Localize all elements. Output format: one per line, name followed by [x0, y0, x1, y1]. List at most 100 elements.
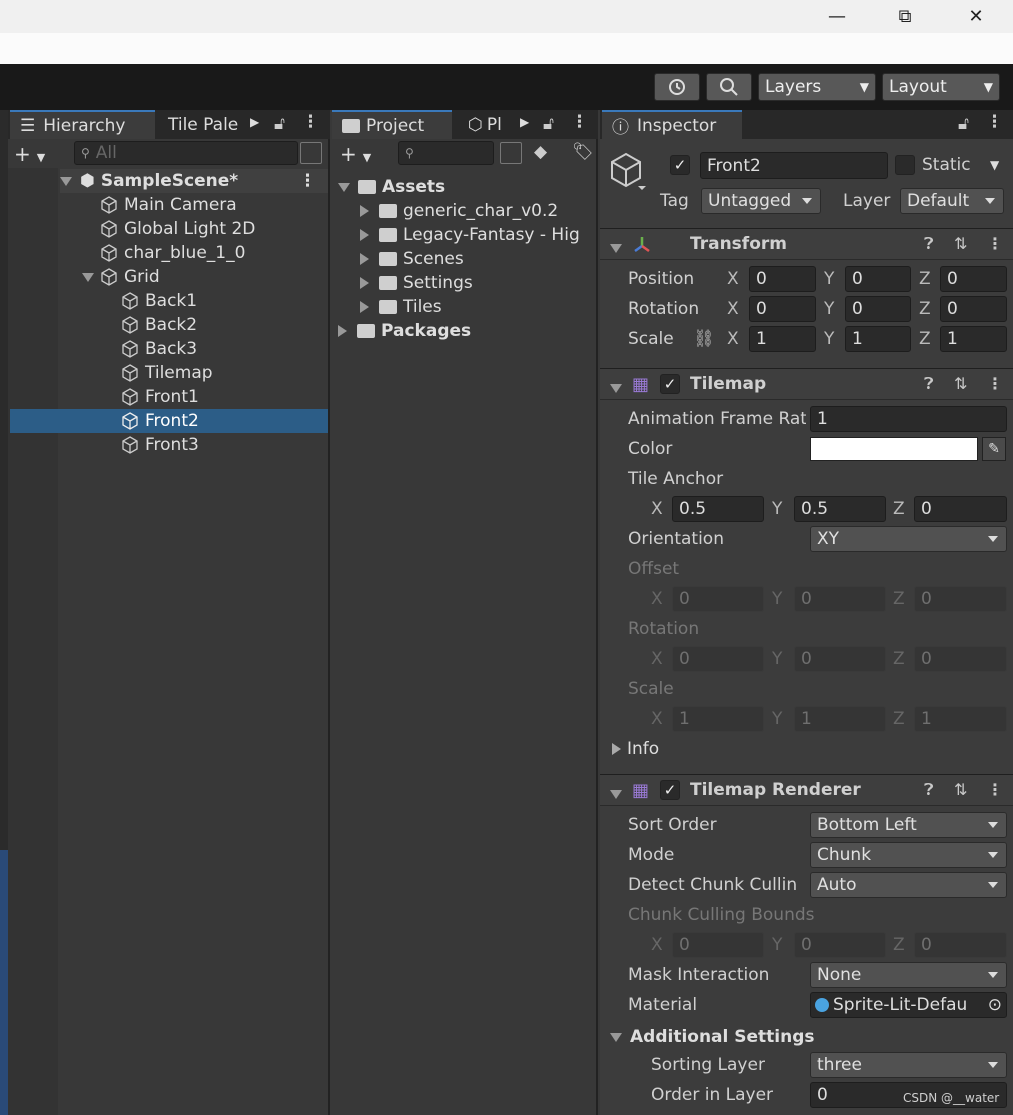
chevron-down-icon[interactable]	[610, 378, 622, 398]
tilemap-enabled-checkbox[interactable]: ✓	[660, 374, 680, 394]
more-icon[interactable]: ⋮	[299, 171, 316, 191]
eyedropper-icon[interactable]: ✎	[982, 437, 1006, 461]
additional-settings-foldout[interactable]: Additional Settings	[610, 1025, 815, 1049]
tab-project[interactable]: Project	[332, 110, 452, 139]
tile-anchor-x-field[interactable]: 0.5	[672, 496, 764, 522]
position-z-field[interactable]: 0	[940, 266, 1007, 292]
more-icon[interactable]: ⋮	[987, 234, 1003, 253]
mask-interaction-dropdown[interactable]: None	[810, 962, 1007, 988]
label-icon[interactable]: 🏷︎	[572, 142, 594, 162]
scale-z-field[interactable]: 1	[940, 326, 1007, 352]
chevron-right-icon[interactable]	[360, 229, 369, 241]
lock-icon[interactable]: 🔓︎	[274, 114, 285, 134]
color-swatch[interactable]	[810, 437, 978, 461]
list-item[interactable]: Packages	[338, 319, 471, 343]
presets-icon[interactable]: ⇅	[954, 234, 967, 253]
list-item[interactable]: Main Camera	[100, 193, 237, 217]
more-icon[interactable]: ⋮	[987, 374, 1003, 393]
help-icon[interactable]: ❓︎	[924, 780, 934, 800]
list-item[interactable]: Front3	[121, 433, 199, 457]
create-button[interactable]: + ▼	[14, 142, 60, 166]
orientation-dropdown[interactable]: XY	[810, 526, 1007, 552]
chevron-right-icon[interactable]	[338, 325, 347, 337]
list-item[interactable]: Back1	[121, 289, 197, 313]
tile-anchor-z-field[interactable]: 0	[914, 496, 1007, 522]
position-y-field[interactable]: 0	[845, 266, 911, 292]
renderer-enabled-checkbox[interactable]: ✓	[660, 780, 680, 800]
list-item[interactable]: Grid	[82, 265, 160, 289]
info-foldout[interactable]: Info	[612, 737, 659, 761]
list-item[interactable]: Back2	[121, 313, 197, 337]
material-field[interactable]: Sprite-Lit-Defau ⊙	[810, 992, 1007, 1018]
tab-tile-palette[interactable]: Tile Pale	[158, 110, 253, 139]
chevron-down-icon[interactable]	[610, 784, 622, 804]
list-item-selected[interactable]: Front2	[121, 409, 199, 433]
history-button[interactable]	[654, 73, 700, 101]
lock-icon[interactable]: 🔓︎	[543, 114, 554, 134]
position-x-field[interactable]: 0	[749, 266, 816, 292]
list-item[interactable]: generic_char_v0.2	[360, 199, 558, 223]
tile-anchor-y-field[interactable]: 0.5	[794, 496, 886, 522]
active-checkbox[interactable]: ✓	[670, 155, 690, 175]
list-item[interactable]: Back3	[121, 337, 197, 361]
layer-dropdown[interactable]: Default	[900, 188, 1004, 214]
hierarchy-search-input[interactable]: ⚲ All	[74, 141, 298, 165]
static-checkbox[interactable]	[895, 155, 915, 175]
sorting-layer-dropdown[interactable]: three	[810, 1052, 1007, 1078]
layout-dropdown[interactable]: Layout ▼	[882, 73, 1000, 101]
tab-inspector[interactable]: ⓘ Inspector	[602, 110, 742, 139]
mode-dropdown[interactable]: Chunk	[810, 842, 1007, 868]
list-item[interactable]: Legacy-Fantasy - Hig	[360, 223, 598, 247]
create-asset-button[interactable]: + ▼	[340, 142, 371, 166]
chevron-down-icon[interactable]	[610, 238, 622, 258]
presets-icon[interactable]: ⇅	[954, 374, 967, 393]
layers-dropdown[interactable]: Layers ▼	[758, 73, 876, 101]
tab-package-manager[interactable]: ⬡ Pl	[458, 110, 518, 139]
rotation-x-field[interactable]: 0	[749, 296, 816, 322]
list-item[interactable]: Scenes	[360, 247, 464, 271]
search-button[interactable]	[706, 73, 752, 101]
detect-chunk-culling-dropdown[interactable]: Auto	[810, 872, 1007, 898]
scale-y-field[interactable]: 1	[845, 326, 911, 352]
rotation-z-field[interactable]: 0	[940, 296, 1007, 322]
search-mode-icon[interactable]	[300, 142, 322, 164]
list-item[interactable]: Assets	[338, 175, 445, 199]
list-item[interactable]: Tiles	[360, 295, 442, 319]
tag-dropdown[interactable]: Untagged	[701, 188, 821, 214]
lock-icon[interactable]: 🔓︎	[958, 114, 969, 134]
more-icon[interactable]: ⋮	[986, 112, 1003, 132]
scale-x-field[interactable]: 1	[749, 326, 816, 352]
list-item[interactable]: Tilemap	[121, 361, 213, 385]
tab-hierarchy[interactable]: ☰ Hierarchy	[10, 110, 155, 139]
list-item[interactable]: Front1	[121, 385, 199, 409]
rotation-y-field[interactable]: 0	[845, 296, 911, 322]
more-icon[interactable]: ⋮	[571, 112, 588, 132]
chevron-right-icon[interactable]	[360, 301, 369, 313]
chevron-down-icon[interactable]	[82, 272, 94, 282]
object-picker-icon[interactable]: ⊙	[988, 995, 1002, 1015]
sort-order-dropdown[interactable]: Bottom Left	[810, 812, 1007, 838]
gameobject-icon[interactable]	[610, 152, 646, 192]
minimize-button[interactable]: —	[814, 0, 860, 33]
search-mode-icon[interactable]	[500, 142, 522, 164]
list-item[interactable]: Global Light 2D	[100, 217, 255, 241]
more-icon[interactable]: ⋮	[302, 112, 319, 132]
filter-type-icon[interactable]: ◆	[534, 142, 547, 162]
help-icon[interactable]: ❓︎	[924, 374, 934, 394]
transform-header[interactable]	[600, 228, 1013, 260]
chevron-down-icon[interactable]: ▼	[990, 158, 999, 172]
chevron-right-icon[interactable]	[360, 253, 369, 265]
restore-button[interactable]: ⧉	[882, 0, 928, 33]
chevron-down-icon[interactable]	[338, 182, 350, 192]
project-search-input[interactable]: ⚲	[398, 141, 494, 165]
list-item[interactable]: char_blue_1_0	[100, 241, 245, 265]
scene-row[interactable]: ⬢ SampleScene* ⋮	[60, 169, 328, 193]
list-item[interactable]: Settings	[360, 271, 473, 295]
more-icon[interactable]: ⋮	[987, 780, 1003, 799]
presets-icon[interactable]: ⇅	[954, 780, 967, 799]
tab-scroll-right-icon[interactable]: ▶	[250, 115, 268, 133]
tab-scroll-right-icon[interactable]: ▶	[520, 115, 529, 129]
animation-frame-rate-field[interactable]: 1	[810, 406, 1007, 432]
object-name-input[interactable]: Front2	[700, 152, 888, 179]
chevron-right-icon[interactable]	[360, 277, 369, 289]
